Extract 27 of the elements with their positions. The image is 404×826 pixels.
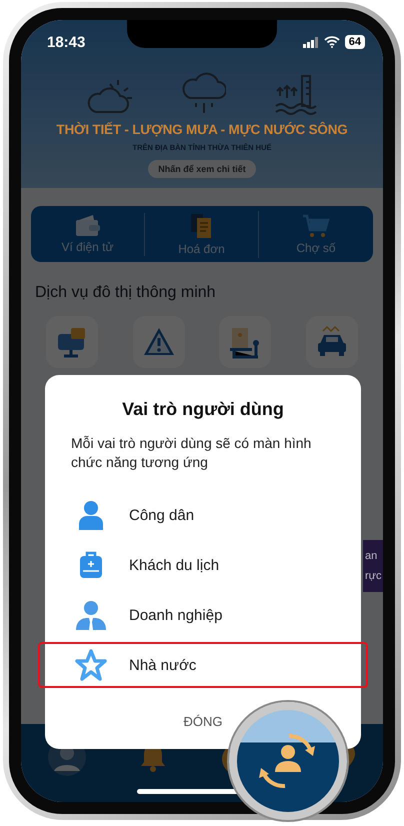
wallet-icon bbox=[74, 214, 100, 236]
service-tile[interactable] bbox=[132, 316, 185, 368]
dialog-title: Vai trò người dùng bbox=[121, 399, 285, 420]
side-card-text: an bbox=[365, 550, 378, 562]
role-option[interactable]: Doanh nghiệp bbox=[45, 592, 361, 638]
status-time: 18:43 bbox=[47, 34, 86, 50]
sun-cloud-icon bbox=[86, 78, 134, 116]
role-option[interactable]: Công dân bbox=[45, 492, 361, 538]
banner-title: THỜI TIẾT - LƯỢNG MƯA - MỰC NƯỚC SÔNG bbox=[56, 122, 348, 137]
businessman-icon bbox=[75, 600, 107, 630]
battery-level: 64 bbox=[344, 35, 365, 49]
backpack-icon bbox=[79, 551, 103, 579]
water-level-icon bbox=[274, 74, 318, 116]
service-tile[interactable] bbox=[46, 316, 98, 368]
dialog-description: Mỗi vai trò người dùng sẽ có màn hình chức năng tương ứng bbox=[71, 434, 312, 472]
side-card-text: rực bbox=[365, 570, 383, 582]
service-tile[interactable] bbox=[306, 316, 358, 368]
section-title: Dịch vụ đô thị thông minh bbox=[35, 284, 217, 302]
service-tile[interactable] bbox=[219, 316, 272, 368]
wifi-icon bbox=[324, 36, 340, 48]
person-icon bbox=[78, 500, 104, 530]
signal-icon bbox=[302, 36, 319, 48]
rain-cloud-icon bbox=[182, 72, 226, 116]
role-option[interactable]: Nhà nước bbox=[38, 642, 368, 688]
cart-icon bbox=[302, 214, 330, 238]
star-icon bbox=[75, 649, 107, 681]
role-option[interactable]: Khách du lịch bbox=[45, 542, 361, 588]
